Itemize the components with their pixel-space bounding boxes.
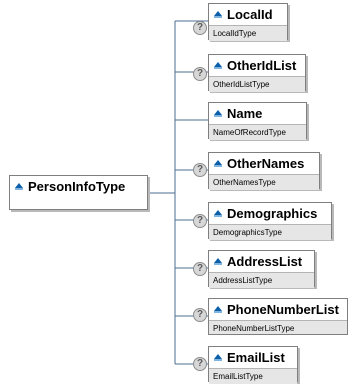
optional-marker-icon: ? [193, 163, 207, 177]
child-name: LocalId [227, 7, 273, 22]
child-name: AddressList [227, 254, 303, 269]
element-icon [213, 10, 223, 20]
child-node-name[interactable]: Name NameOfRecordType [208, 102, 307, 140]
child-node-othernames[interactable]: OtherNames OtherNamesType [208, 152, 320, 190]
child-node-demographics[interactable]: Demographics DemographicsType [208, 202, 332, 240]
child-type: LocalIdType [209, 25, 287, 41]
child-node-phonenumberlist[interactable]: PhoneNumberList PhoneNumberListType [208, 298, 348, 335]
child-type: OtherIdListType [209, 76, 305, 92]
element-icon [14, 182, 24, 192]
child-title: Name [209, 103, 306, 124]
optional-marker-icon: ? [193, 357, 207, 371]
child-title: EmailList [209, 347, 297, 368]
child-type: NameOfRecordType [209, 124, 306, 140]
optional-marker-icon: ? [193, 21, 207, 35]
child-node-addresslist[interactable]: AddressList AddressListType [208, 250, 315, 288]
element-icon [213, 353, 223, 363]
element-icon [213, 109, 223, 119]
child-title: OtherNames [209, 153, 319, 174]
child-node-localid[interactable]: LocalId LocalIdType [208, 3, 288, 41]
optional-marker-icon: ? [193, 214, 207, 228]
child-title: Demographics [209, 203, 331, 224]
optional-marker-icon: ? [193, 67, 207, 81]
child-name: EmailList [227, 350, 285, 365]
element-icon [213, 209, 223, 219]
child-type: AddressListType [209, 272, 314, 288]
child-type: OtherNamesType [209, 174, 319, 190]
root-title: PersonInfoType [10, 176, 147, 197]
child-title: PhoneNumberList [209, 299, 347, 320]
child-name: Demographics [227, 206, 318, 221]
optional-marker-icon: ? [193, 262, 207, 276]
child-title: LocalId [209, 4, 287, 25]
root-node[interactable]: PersonInfoType [9, 175, 148, 210]
element-icon [213, 257, 223, 267]
child-type: PhoneNumberListType [209, 320, 347, 334]
child-name: PhoneNumberList [227, 302, 339, 317]
schema-diagram: PersonInfoType ? LocalId LocalIdType ? O… [0, 0, 348, 385]
optional-marker-icon: ? [193, 308, 207, 322]
child-node-otheridlist[interactable]: OtherIdList OtherIdListType [208, 54, 306, 92]
child-node-emaillist[interactable]: EmailList EmailListType [208, 346, 298, 384]
element-icon [213, 61, 223, 71]
root-name: PersonInfoType [28, 179, 126, 194]
child-name: OtherIdList [227, 58, 297, 73]
child-name: OtherNames [227, 156, 305, 171]
child-title: AddressList [209, 251, 314, 272]
element-icon [213, 305, 223, 315]
element-icon [213, 159, 223, 169]
child-type: EmailListType [209, 368, 297, 384]
child-name: Name [227, 106, 263, 121]
child-type: DemographicsType [209, 224, 331, 240]
child-title: OtherIdList [209, 55, 305, 76]
